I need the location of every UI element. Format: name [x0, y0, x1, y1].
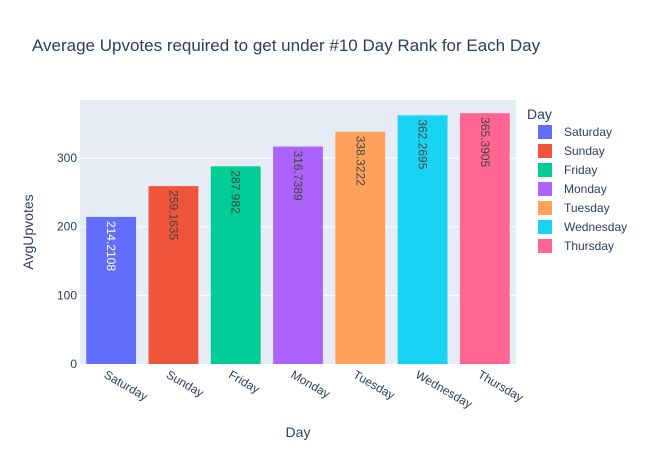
legend-title: Day	[527, 106, 552, 122]
bar-value-label: 214.2108	[104, 221, 118, 271]
bar-value-label: 338.3222	[353, 136, 367, 186]
legend-entry-saturday[interactable]: Saturday	[564, 125, 612, 139]
x-axis-title: Day	[286, 424, 311, 440]
legend-swatch	[538, 125, 552, 139]
chart-title: Average Upvotes required to get under #1…	[32, 36, 541, 55]
bar-value-label: 287.982	[229, 170, 243, 214]
legend: Day Saturday Sunday Friday Monday Tuesday Wed…	[527, 106, 627, 253]
x-tick-label: Friday	[226, 367, 262, 396]
legend-swatch	[538, 201, 552, 215]
y-tick-label: 0	[70, 357, 77, 371]
x-tick-label: Tuesday	[351, 367, 397, 402]
legend-entry-sunday[interactable]: Sunday	[564, 144, 605, 158]
chart: Average Upvotes required to get under #1…	[20, 36, 627, 440]
legend-entry-tuesday[interactable]: Tuesday	[564, 201, 610, 215]
x-tick-label: Monday	[289, 367, 333, 400]
y-axis-title: AvgUpvotes	[20, 194, 36, 269]
x-tick-label: Sunday	[164, 367, 206, 399]
y-axis-ticks: 0 100 200 300	[57, 151, 77, 371]
legend-swatch	[538, 163, 552, 177]
legend-entry-wednesday[interactable]: Wednesday	[564, 220, 627, 234]
legend-swatch	[538, 182, 552, 196]
y-tick-label: 200	[57, 220, 77, 234]
x-axis-ticks: Saturday Sunday Friday Monday Tuesday Wednesd…	[102, 367, 526, 411]
y-tick-label: 100	[57, 288, 77, 302]
legend-swatch	[538, 239, 552, 253]
x-tick-label: Saturday	[102, 367, 151, 403]
x-tick-label: Thursday	[475, 367, 525, 404]
legend-swatch	[538, 144, 552, 158]
bar-value-label: 316.7389	[291, 151, 305, 201]
legend-entry-thursday[interactable]: Thursday	[564, 239, 614, 253]
bar-value-label: 259.1635	[166, 190, 180, 240]
legend-entry-friday[interactable]: Friday	[564, 163, 597, 177]
legend-swatch	[538, 220, 552, 234]
y-tick-label: 300	[57, 151, 77, 165]
legend-entry-monday[interactable]: Monday	[564, 182, 607, 196]
x-tick-label: Wednesday	[413, 367, 475, 411]
bar-value-label: 362.2695	[416, 119, 430, 169]
bar-value-label: 365.3905	[478, 117, 492, 167]
